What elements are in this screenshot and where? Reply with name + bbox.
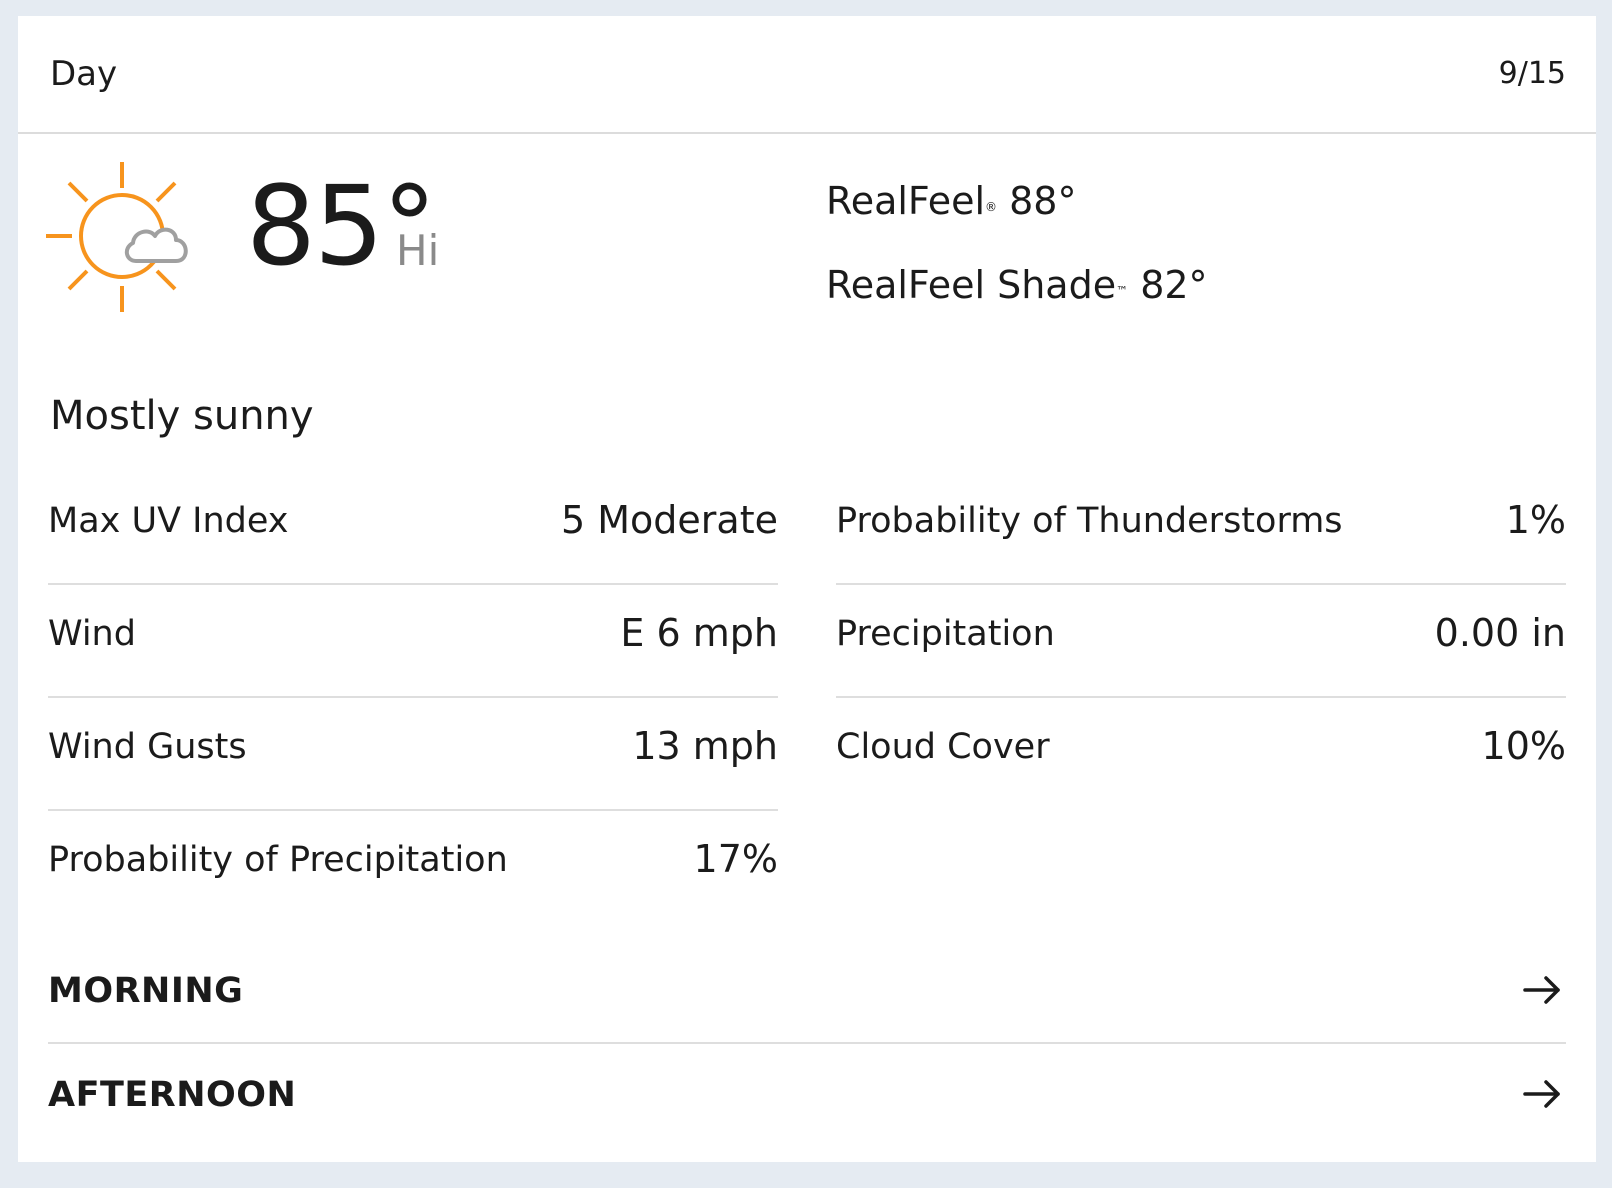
detail-label: Cloud Cover xyxy=(836,727,1050,767)
detail-row-probability-of-precipitation: Probability of Precipitation 17% xyxy=(48,811,778,924)
detail-value: E 6 mph xyxy=(620,611,778,655)
period-label: AFTERNOON xyxy=(48,1075,297,1115)
detail-value: 5 Moderate xyxy=(561,498,778,542)
detail-row-wind-gusts: Wind Gusts 13 mph xyxy=(48,698,778,811)
mostly-sunny-icon xyxy=(46,162,206,322)
detail-label: Probability of Thunderstorms xyxy=(836,501,1343,541)
detail-value: 10% xyxy=(1481,724,1566,768)
registered-mark: ® xyxy=(985,200,998,214)
card-title: Day xyxy=(50,54,118,94)
details-right-column: Probability of Thunderstorms 1% Precipit… xyxy=(836,472,1566,811)
arrow-right-icon xyxy=(1522,1078,1562,1110)
realfeel-shade: RealFeel Shade™ 82° xyxy=(826,262,1208,308)
realfeel-value: 88° xyxy=(1009,179,1077,223)
trademark-mark: ™ xyxy=(1116,284,1129,298)
detail-row-precipitation: Precipitation 0.00 in xyxy=(836,585,1566,698)
detail-row-wind: Wind E 6 mph xyxy=(48,585,778,698)
card-header: Day 9/15 xyxy=(18,16,1596,134)
arrow-right-icon xyxy=(1522,974,1562,1006)
realfeel-label: RealFeel xyxy=(826,179,986,223)
detail-label: Wind xyxy=(48,614,136,654)
day-forecast-card: Day 9/15 85° Hi RealFeel® 88° RealFeel S… xyxy=(18,16,1596,1162)
detail-label: Probability of Precipitation xyxy=(48,840,508,880)
detail-value: 0.00 in xyxy=(1434,611,1566,655)
realfeel-shade-value: 82° xyxy=(1140,263,1208,307)
realfeel-shade-label: RealFeel Shade xyxy=(826,263,1117,307)
period-link-afternoon[interactable]: AFTERNOON xyxy=(48,1044,1566,1148)
card-date: 9/15 xyxy=(1498,56,1566,91)
temperature-hi-label: Hi xyxy=(396,226,440,275)
realfeel: RealFeel® 88° xyxy=(826,178,1076,224)
details-left-column: Max UV Index 5 Moderate Wind E 6 mph Win… xyxy=(48,472,778,924)
detail-label: Max UV Index xyxy=(48,501,289,541)
condition-phrase: Mostly sunny xyxy=(50,393,314,439)
period-label: MORNING xyxy=(48,971,244,1011)
detail-label: Precipitation xyxy=(836,614,1055,654)
detail-value: 13 mph xyxy=(632,724,778,768)
detail-row-max-uv-index: Max UV Index 5 Moderate xyxy=(48,472,778,585)
detail-row-probability-of-thunderstorms: Probability of Thunderstorms 1% xyxy=(836,472,1566,585)
detail-value: 17% xyxy=(693,837,778,881)
detail-row-cloud-cover: Cloud Cover 10% xyxy=(836,698,1566,811)
period-link-morning[interactable]: MORNING xyxy=(48,940,1566,1044)
detail-value: 1% xyxy=(1505,498,1566,542)
detail-label: Wind Gusts xyxy=(48,727,247,767)
